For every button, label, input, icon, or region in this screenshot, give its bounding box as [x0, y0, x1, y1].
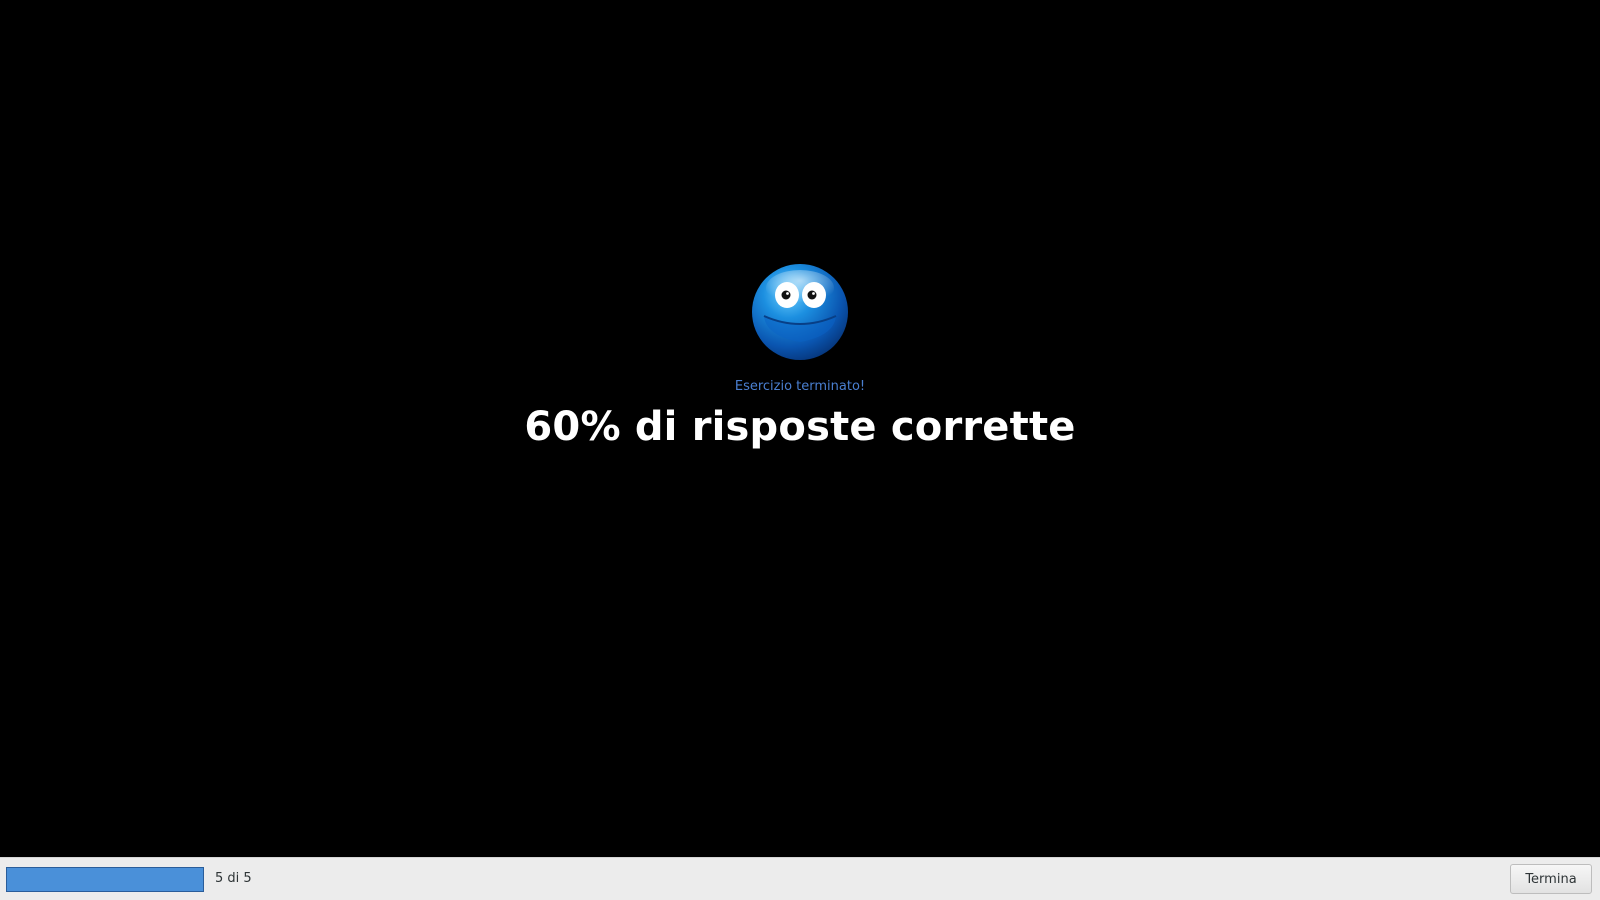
progress-bar-fill: [7, 868, 203, 891]
score-heading: 60% di risposte corrette: [524, 404, 1076, 450]
exercise-stage: Esercizio terminato! 60% di risposte cor…: [0, 0, 1600, 857]
happy-blue-smiley-icon: [752, 264, 848, 360]
exercise-finished-label: Esercizio terminato!: [734, 379, 866, 394]
result-panel: Esercizio terminato! 60% di risposte cor…: [0, 262, 1600, 451]
question-counter: 5 di 5: [215, 871, 252, 886]
bottom-toolbar: 5 di 5 Termina: [0, 857, 1600, 900]
progress-bar: [6, 867, 204, 892]
end-button[interactable]: Termina: [1510, 864, 1592, 894]
